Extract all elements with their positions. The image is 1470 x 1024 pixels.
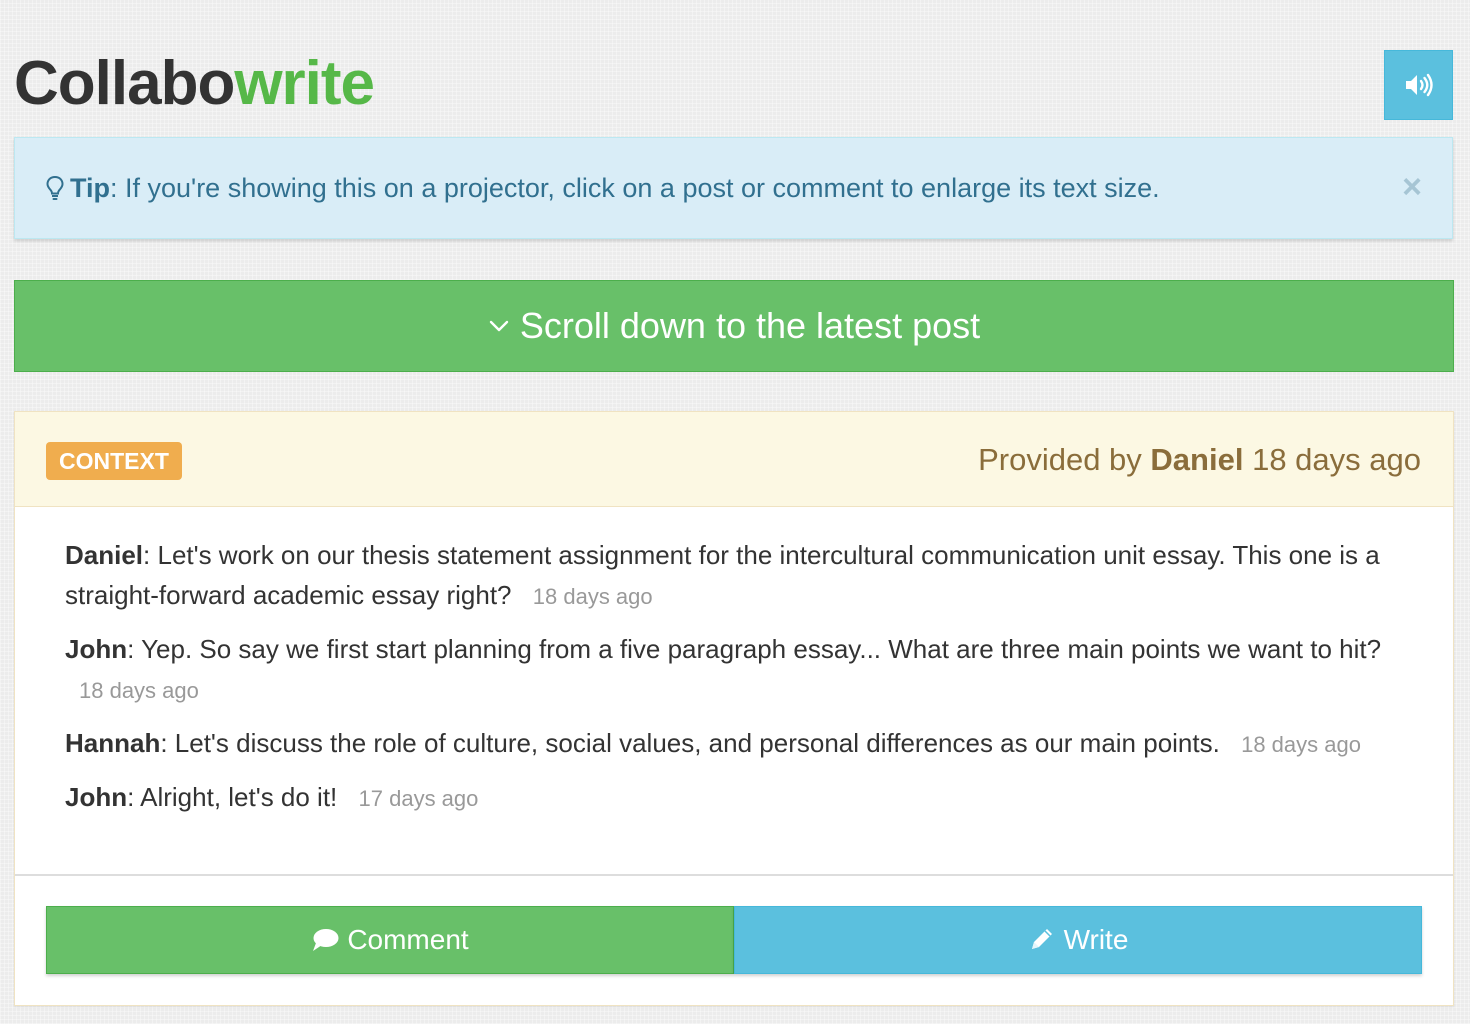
provided-time: 18 days ago bbox=[1252, 442, 1421, 477]
message-time: 18 days ago bbox=[532, 584, 653, 609]
message-time: 18 days ago bbox=[1241, 732, 1361, 757]
chevron-down-icon bbox=[488, 315, 510, 337]
comment-icon bbox=[313, 929, 339, 951]
message-text: : Let's discuss the role of culture, soc… bbox=[160, 728, 1220, 758]
message-author: Hannah bbox=[65, 728, 161, 758]
write-button[interactable]: Write bbox=[734, 906, 1422, 974]
volume-up-icon bbox=[1405, 73, 1433, 97]
provided-author: Daniel bbox=[1150, 442, 1244, 477]
scroll-button-label: Scroll down to the latest post bbox=[519, 305, 981, 346]
message-text: : Yep. So say we first start planning fr… bbox=[127, 634, 1382, 664]
app-header: Collabowrite bbox=[14, 44, 375, 124]
message-time: 17 days ago bbox=[358, 786, 479, 811]
message-item[interactable]: Daniel: Let's work on our thesis stateme… bbox=[65, 535, 1403, 617]
message-time: 18 days ago bbox=[79, 678, 199, 703]
context-panel: CONTEXT Provided by Daniel 18 days ago D… bbox=[14, 411, 1454, 1006]
lightbulb-icon bbox=[45, 175, 65, 201]
message-text: : Let's work on our thesis statement ass… bbox=[65, 540, 1380, 610]
message-author: Daniel bbox=[65, 540, 144, 570]
message-text: : Alright, let's do it! bbox=[127, 782, 338, 812]
action-bar: Comment Write bbox=[46, 906, 1422, 974]
context-panel-header: CONTEXT Provided by Daniel 18 days ago bbox=[15, 412, 1453, 507]
write-button-label: Write bbox=[1063, 924, 1129, 955]
message-item[interactable]: Hannah: Let's discuss the role of cultur… bbox=[65, 723, 1403, 765]
logo-text-collabo: Collabo bbox=[14, 49, 235, 118]
sound-toggle-button[interactable] bbox=[1384, 50, 1453, 120]
scroll-to-latest-button[interactable]: Scroll down to the latest post bbox=[14, 280, 1454, 372]
tip-text: : If you're showing this on a projector,… bbox=[110, 172, 1160, 203]
divider bbox=[15, 874, 1453, 876]
message-list: Daniel: Let's work on our thesis stateme… bbox=[15, 507, 1453, 819]
message-author: John bbox=[65, 782, 128, 812]
comment-button-label: Comment bbox=[347, 924, 469, 955]
message-author: John bbox=[65, 634, 128, 664]
provided-by: Provided by Daniel 18 days ago bbox=[978, 442, 1421, 478]
message-item[interactable]: John: Alright, let's do it! 17 days ago bbox=[65, 777, 1403, 819]
comment-button[interactable]: Comment bbox=[46, 906, 734, 974]
logo-text-write: write bbox=[234, 49, 375, 118]
pencil-icon bbox=[1031, 929, 1052, 949]
context-badge: CONTEXT bbox=[46, 442, 182, 480]
tip-alert: Tip: If you're showing this on a project… bbox=[14, 137, 1453, 239]
close-icon[interactable]: × bbox=[1402, 170, 1422, 204]
message-item[interactable]: John: Yep. So say we first start plannin… bbox=[65, 629, 1403, 711]
provided-prefix: Provided by bbox=[978, 442, 1142, 477]
tip-label: Tip bbox=[70, 172, 110, 203]
app-logo: Collabowrite bbox=[14, 44, 375, 124]
